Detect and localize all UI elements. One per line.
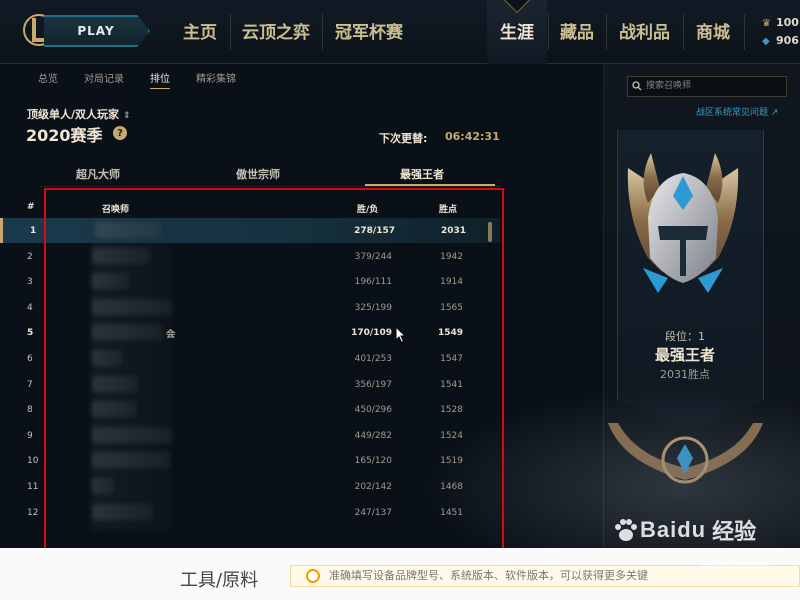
watermark-url: jingyan.baidu.com bbox=[702, 558, 775, 568]
subtab-highlights[interactable]: 精彩集锦 bbox=[196, 70, 236, 85]
subtab-ranked[interactable]: 排位 bbox=[150, 70, 170, 89]
ladder-rank: 3 bbox=[27, 277, 33, 288]
sort-caret-icon: ⇕ bbox=[123, 111, 131, 121]
nav-divider bbox=[683, 14, 684, 50]
tip-dot-icon bbox=[306, 569, 320, 583]
nav-store[interactable]: 商城 bbox=[696, 18, 730, 48]
ladder-rank: 11 bbox=[27, 482, 39, 492]
search-icon bbox=[632, 81, 642, 91]
nav-loot[interactable]: 战利品 bbox=[619, 18, 670, 48]
blue-essence-value: 100 bbox=[776, 16, 799, 29]
ladder-rank: 12 bbox=[27, 507, 39, 518]
nav-divider bbox=[744, 14, 745, 50]
subtab-match-history[interactable]: 对局记录 bbox=[84, 70, 124, 85]
summoner-search-input[interactable]: 搜索召唤师 bbox=[627, 76, 787, 97]
ladder-rank: 4 bbox=[27, 302, 33, 313]
nav-collection[interactable]: 藏品 bbox=[560, 18, 594, 48]
tip-banner: 准确填写设备品牌型号、系统版本、软件版本，可以获得更多关键 bbox=[290, 565, 800, 587]
tools-section-title: 工具/原料 bbox=[180, 570, 259, 591]
next-update-label: 下次更替: bbox=[379, 132, 428, 145]
blue-essence-balance: ♛ 100 bbox=[762, 16, 799, 29]
ladder-rank: 5 bbox=[27, 328, 34, 339]
baidu-watermark: Baidu 经验 jingyan.baidu.com bbox=[612, 514, 775, 568]
column-header-rank: # bbox=[27, 202, 35, 212]
faq-link[interactable]: 战区系统常见问题 ↗ bbox=[696, 105, 778, 118]
play-button[interactable]: PLAY bbox=[44, 15, 150, 47]
riot-points-icon: ◆ bbox=[762, 36, 770, 47]
rank-tier-name: 最强王者 bbox=[654, 346, 715, 364]
ladder-rank: 2 bbox=[27, 251, 33, 262]
ladder-rank: 9 bbox=[27, 430, 33, 441]
nav-divider bbox=[606, 14, 607, 50]
season-title: 2020赛季 bbox=[26, 126, 103, 145]
nav-tft[interactable]: 云顶之弈 bbox=[242, 18, 310, 48]
next-update-timer: 06:42:31 bbox=[445, 130, 500, 143]
nav-divider bbox=[322, 14, 323, 50]
nav-divider bbox=[548, 14, 549, 50]
rank-position-label: 段位：1 bbox=[665, 330, 705, 343]
riot-points-value: 906 bbox=[776, 34, 799, 47]
ladder-rank: 7 bbox=[27, 379, 33, 390]
ladder-rank: 6 bbox=[27, 354, 33, 364]
riot-points-balance: ◆ 906 bbox=[762, 34, 799, 47]
tier-tab-grandmaster[interactable]: 傲世宗师 bbox=[236, 166, 280, 182]
subtab-overview[interactable]: 总览 bbox=[38, 70, 58, 85]
tier-tab-active-underline bbox=[365, 184, 495, 186]
tier-tabs-divider bbox=[40, 186, 500, 187]
ladder-rank: 1 bbox=[30, 226, 37, 236]
queue-selector[interactable]: 顶级单人/双人玩家 ⇕ bbox=[27, 106, 131, 122]
nav-divider bbox=[230, 14, 231, 50]
tier-tab-challenger[interactable]: 最强王者 bbox=[400, 166, 444, 182]
annotation-highlight-box bbox=[44, 188, 504, 550]
watermark-brand: Baidu bbox=[640, 517, 707, 542]
tier-tab-master[interactable]: 超凡大师 bbox=[76, 166, 120, 182]
help-icon[interactable]: ? bbox=[113, 126, 127, 140]
mouse-cursor-icon bbox=[395, 326, 407, 344]
challenger-emblem-icon bbox=[627, 153, 739, 293]
blue-essence-icon: ♛ bbox=[762, 18, 771, 29]
paw-icon bbox=[615, 519, 637, 541]
nav-profile[interactable]: 生涯 bbox=[500, 18, 534, 48]
nav-clash[interactable]: 冠军杯赛 bbox=[335, 18, 403, 48]
ladder-rank: 10 bbox=[27, 456, 39, 467]
nav-home[interactable]: 主页 bbox=[183, 18, 217, 48]
watermark-label: 经验 bbox=[712, 520, 757, 545]
ladder-rank: 8 bbox=[27, 405, 33, 416]
queue-title: 顶级单人/双人玩家 bbox=[27, 108, 120, 121]
